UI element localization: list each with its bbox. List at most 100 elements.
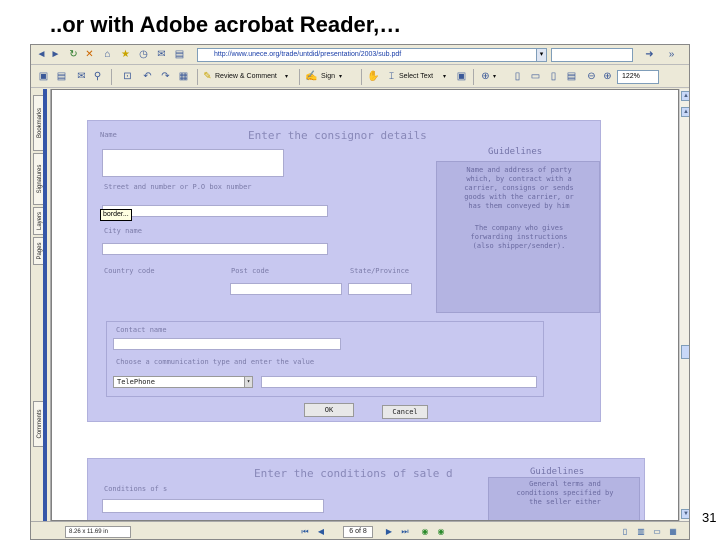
sign-button[interactable]: Sign [321,70,335,84]
continuous-icon[interactable]: ▥ [635,526,647,538]
comm-type-select[interactable]: TelePhone ▾ [113,376,253,388]
city-label: City name [104,227,142,235]
sign-icon[interactable]: ✍ [305,70,318,83]
acrobat-window-screenshot: ◄ ► ↻ ✕ ⌂ ★ ◷ ✉ ▤ http://www.unece.org/t… [30,44,690,540]
single-page-icon[interactable]: ▯ [619,526,631,538]
previous-page-icon[interactable]: ◀ [315,526,327,538]
form-title: Enter the consignor details [248,129,427,142]
document-view: Name Enter the consignor details Guideli… [51,89,679,521]
navigation-splitter[interactable] [43,89,47,521]
links-icon[interactable]: » [665,48,678,61]
first-page-icon[interactable]: ⏮ [299,526,311,538]
country-label: Country code [104,267,155,275]
slide-title: ..or with Adobe acrobat Reader,… [50,12,402,37]
page-size-display: 8.26 x 11.69 in [65,526,131,538]
save-icon[interactable]: ▣ [37,70,50,83]
conditions-label: Conditions of s [104,485,168,493]
guidelines-box: Name and address of party which, by cont… [436,161,600,313]
forward-icon[interactable]: ► [49,48,62,61]
review-dropdown-icon[interactable]: ▾ [285,70,288,84]
search-input[interactable] [551,48,633,62]
last-page-icon[interactable]: ⏭ [399,526,411,538]
print-doc-icon[interactable]: ▤ [55,70,68,83]
comm-value-field[interactable] [261,376,537,388]
street-label: Street and number or P.O box number [104,183,252,191]
scroll-page-up-icon[interactable]: ▲ [681,107,689,117]
contact-label: Contact name [116,326,167,334]
search-doc-icon[interactable]: ⚲ [91,70,104,83]
comm-label: Choose a communication type and enter th… [116,358,315,366]
select-text-button[interactable]: Select Text [399,70,433,84]
conditions-guidelines-title: Guidelines [530,467,585,477]
post-code-label: Post code [231,267,269,275]
history-icon[interactable]: ◷ [137,48,150,61]
state-field[interactable] [348,283,412,295]
comment-icon[interactable]: ✎ [201,70,214,83]
facing-icon[interactable]: ▭ [651,526,663,538]
tasks-icon[interactable]: ▦ [177,70,190,83]
next-page-icon[interactable]: ▶ [383,526,395,538]
refresh-icon[interactable]: ↻ [67,48,80,61]
guidelines-title: Guidelines [488,147,543,157]
zoom-in-small-icon[interactable]: ⊕ [601,70,614,83]
contact-field[interactable] [113,338,341,350]
mail-icon[interactable]: ✉ [155,48,168,61]
go-icon[interactable]: ➜ [643,48,656,61]
attach-icon[interactable]: ⊡ [121,70,134,83]
go-previous-view-icon[interactable]: ◉ [419,526,431,538]
hand-tool-icon[interactable]: ✋ [367,70,380,83]
back-icon[interactable]: ◄ [35,48,48,61]
snapshot-icon[interactable]: ▣ [455,70,468,83]
url-field[interactable]: http://www.unece.org/trade/untdid/presen… [197,48,547,62]
consignor-form: Name Enter the consignor details Guideli… [87,120,601,422]
zoom-field[interactable]: 122% [617,70,659,84]
go-next-view-icon[interactable]: ◉ [435,526,447,538]
zoom-out-icon[interactable]: ⊖ [585,70,598,83]
slide: ..or with Adobe acrobat Reader,… ◄ ► ↻ ✕… [0,0,720,540]
chevron-down-icon: ▾ [244,377,252,387]
city-field[interactable] [102,243,328,255]
favorites-icon[interactable]: ★ [119,48,132,61]
scroll-up-icon[interactable]: ▲ [681,91,689,101]
post-code-field[interactable] [230,283,342,295]
name-label: Name [100,131,117,139]
acrobat-toolbar: ▣ ▤ ✉ ⚲ ⊡ ↶ ↷ ▦ ✎ Review & Comment ▾ ✍ S… [31,66,689,88]
address-bar: ◄ ► ↻ ✕ ⌂ ★ ◷ ✉ ▤ http://www.unece.org/t… [31,45,689,65]
contact-section: Contact name Choose a communication type… [106,321,544,397]
navigation-pane: Bookmarks Signatures Layers Pages Commen… [31,89,51,521]
select-dropdown-icon[interactable]: ▾ [443,70,446,84]
vertical-scrollbar[interactable]: ▲ ▲ ▼ [679,89,689,521]
sign-dropdown-icon[interactable]: ▾ [339,70,342,84]
print-icon[interactable]: ▤ [173,48,186,61]
field-tooltip: border... [100,209,132,221]
cancel-button[interactable]: Cancel [382,405,428,419]
actual-size-icon[interactable]: ▯ [511,70,524,83]
zoom-tool-dropdown-icon[interactable]: ▾ [493,70,496,84]
home-icon[interactable]: ⌂ [101,48,114,61]
zoom-in-icon[interactable]: ⊕ [479,70,492,83]
review-comment-button[interactable]: Review & Comment [215,70,277,84]
fit-width-icon[interactable]: ▯ [547,70,560,83]
select-text-icon[interactable]: 𝙸 [385,70,398,83]
conditions-field[interactable] [102,499,324,513]
undo-icon[interactable]: ↶ [141,70,154,83]
conditions-form: Enter the conditions of sale d Guideline… [87,458,645,520]
state-label: State/Province [350,267,410,275]
slide-page-number: 31 [702,510,717,525]
name-field[interactable] [102,149,284,177]
status-bar: 8.26 x 11.69 in ⏮ ◀ 6 of 8 ▶ ⏭ ◉ ◉ ▯ ▥ ▭… [31,521,689,539]
street-field[interactable] [102,205,328,217]
scroll-down-icon[interactable]: ▼ [681,509,689,519]
redo-icon[interactable]: ↷ [159,70,172,83]
continuous-facing-icon[interactable]: ▦ [667,526,679,538]
page-indicator[interactable]: 6 of 8 [343,526,373,538]
url-dropdown-icon[interactable]: ▾ [536,49,546,61]
stop-icon[interactable]: ✕ [83,48,96,61]
scroll-thumb[interactable] [681,345,689,359]
reflow-icon[interactable]: ▤ [565,70,578,83]
fit-page-icon[interactable]: ▭ [529,70,542,83]
ok-button[interactable]: OK [304,403,354,417]
conditions-guidelines-box: General terms and conditions specified b… [488,477,640,520]
conditions-title: Enter the conditions of sale d [254,467,453,480]
email-icon[interactable]: ✉ [75,70,88,83]
